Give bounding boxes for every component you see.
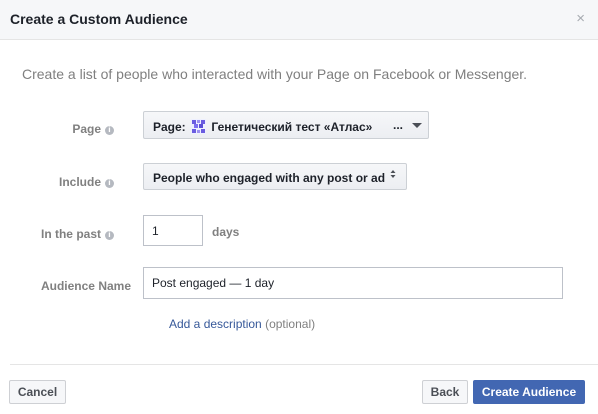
page-select[interactable]: Page: Генетический тест «Атлас» ... <box>143 111 429 139</box>
info-icon[interactable]: i <box>105 231 114 240</box>
close-icon[interactable]: × <box>576 11 585 27</box>
cancel-button[interactable]: Cancel <box>9 380 66 404</box>
create-custom-audience-dialog: Create a Custom Audience × Create a list… <box>0 0 598 414</box>
add-description: Add a description (optional) <box>169 317 315 331</box>
add-description-link[interactable]: Add a description <box>169 317 262 331</box>
audience-name-label: Audience Name <box>40 279 131 293</box>
footer-divider <box>10 364 598 365</box>
page-select-value: Генетический тест «Атлас» <box>211 120 373 134</box>
chevron-down-icon <box>412 123 422 128</box>
days-input[interactable] <box>143 215 203 246</box>
days-unit-label: days <box>212 225 240 239</box>
atlas-logo-icon <box>191 119 207 134</box>
page-label-text: Page <box>72 122 101 136</box>
include-select-value: People who engaged with any post or ad <box>153 171 386 185</box>
back-button[interactable]: Back <box>422 380 468 404</box>
include-label: Include i <box>0 175 114 189</box>
in-the-past-label-text: In the past <box>40 227 101 241</box>
dialog-header: Create a Custom Audience × <box>0 0 598 40</box>
include-label-text: Include <box>58 175 101 189</box>
page-label: Page i <box>0 122 114 136</box>
page-select-prefix: Page: <box>153 120 186 134</box>
page-select-ellipsis: ... <box>393 118 404 132</box>
optional-label: (optional) <box>265 317 316 331</box>
intro-text: Create a list of people who interacted w… <box>22 66 528 82</box>
updown-arrows-icon <box>390 170 396 178</box>
page-select-text: Page: Генетический тест «Атлас» <box>153 119 372 134</box>
select-arrows-icon <box>390 169 396 181</box>
create-audience-button[interactable]: Create Audience <box>473 380 585 404</box>
dialog-title: Create a Custom Audience <box>10 11 188 27</box>
in-the-past-label: In the past i <box>0 227 114 241</box>
info-icon[interactable]: i <box>105 126 114 135</box>
audience-name-input[interactable] <box>143 267 563 299</box>
info-icon[interactable]: i <box>105 179 114 188</box>
include-select[interactable]: People who engaged with any post or ad <box>143 163 407 190</box>
